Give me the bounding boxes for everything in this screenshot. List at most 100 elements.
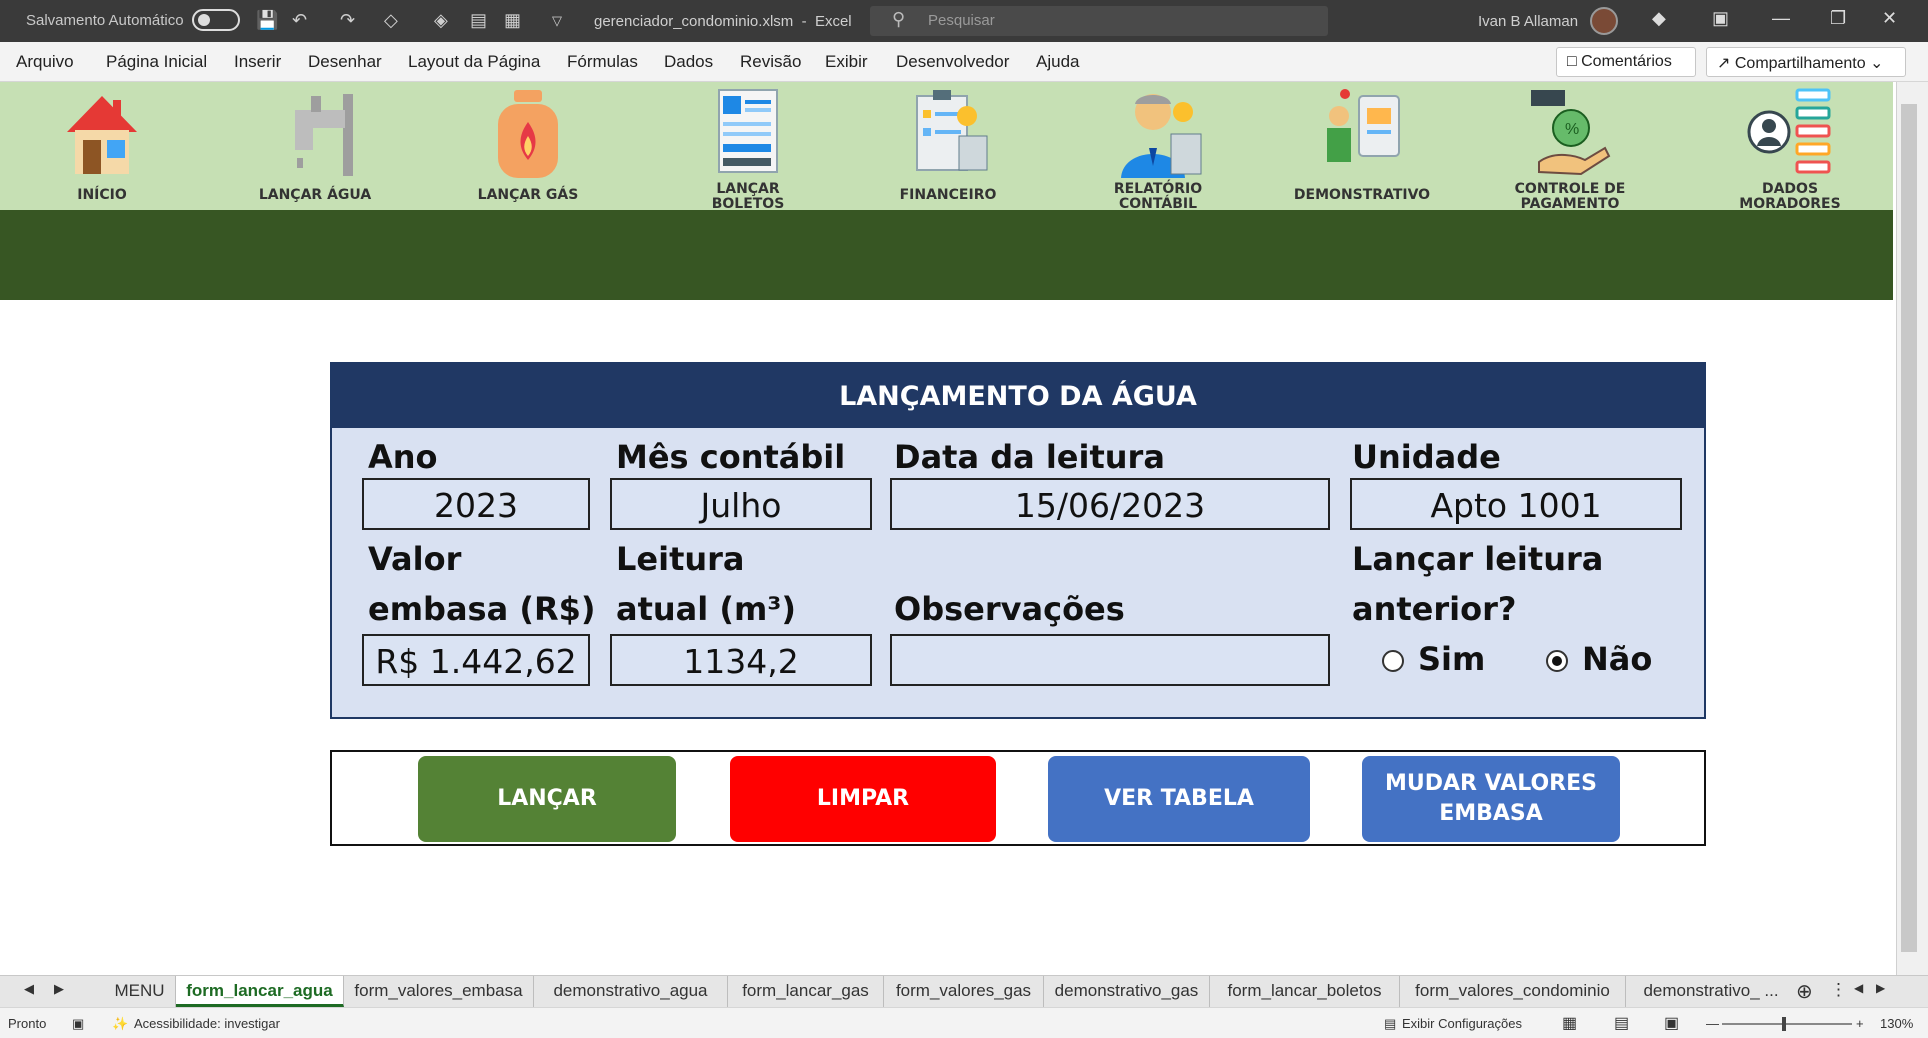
hscroll-right-icon[interactable]: ▶: [1876, 981, 1885, 995]
search-box[interactable]: ⚲ Pesquisar: [870, 6, 1328, 36]
header-band: [0, 210, 1893, 300]
zoom-in-icon[interactable]: +: [1856, 1016, 1864, 1031]
limpar-button[interactable]: LIMPAR: [730, 756, 996, 842]
menu-layout[interactable]: Layout da Página: [408, 52, 540, 72]
tab-next-icon[interactable]: ▶: [54, 981, 64, 997]
normal-view-icon[interactable]: ▦: [1562, 1013, 1577, 1033]
tab-form-valores-gas[interactable]: form_valores_gas: [884, 976, 1044, 1007]
menu-ajuda[interactable]: Ajuda: [1036, 52, 1079, 72]
tab-form-valores-embasa[interactable]: form_valores_embasa: [344, 976, 534, 1007]
ver-tabela-button[interactable]: VER TABELA: [1048, 756, 1310, 842]
menu-revisao[interactable]: Revisão: [740, 52, 801, 72]
mudar-valores-line2: EMBASA: [1439, 801, 1543, 826]
title-bar: Salvamento Automático 💾 ↶ ↷ ◇ ◈ ▤ ▦ ▽ ge…: [0, 0, 1928, 42]
diamond-icon[interactable]: ◆: [1652, 8, 1666, 29]
worksheet: INÍCIO LANÇAR ÁGUA LANÇAR GÁS LANÇAR BOL…: [0, 82, 1896, 975]
tab-demonstrativo-agua[interactable]: demonstrativo_agua: [534, 976, 728, 1007]
data-leitura-field[interactable]: 15/06/2023: [890, 478, 1330, 530]
nav-lancar-gas[interactable]: LANÇAR GÁS: [466, 82, 590, 210]
hscroll-left-icon[interactable]: ◀: [1854, 981, 1863, 995]
share-button[interactable]: ↗ Compartilhamento ⌄: [1706, 47, 1906, 77]
macro-record-icon[interactable]: ▣: [72, 1016, 84, 1032]
nav-demonstrativo[interactable]: DEMONSTRATIVO: [1292, 82, 1432, 210]
share-label: Compartilhamento: [1734, 55, 1866, 72]
page-break-icon[interactable]: ▣: [1664, 1013, 1679, 1033]
customize-toolbar-icon[interactable]: ▽: [552, 13, 562, 29]
nav-inicio[interactable]: INÍCIO: [40, 82, 164, 210]
nav-financeiro[interactable]: FINANCEIRO: [886, 82, 1010, 210]
menu-formulas[interactable]: Fórmulas: [567, 52, 638, 72]
menu-desenvolvedor[interactable]: Desenvolvedor: [896, 52, 1009, 72]
undo-icon[interactable]: ↶: [292, 10, 307, 31]
menu-desenhar[interactable]: Desenhar: [308, 52, 382, 72]
menu-arquivo[interactable]: Arquivo: [16, 52, 74, 72]
nav-lancar-agua[interactable]: LANÇAR ÁGUA: [250, 82, 380, 210]
shapes-icon[interactable]: ◈: [434, 10, 448, 31]
page-layout-icon[interactable]: ▤: [1614, 1013, 1629, 1033]
tab-form-lancar-gas[interactable]: form_lancar_gas: [728, 976, 884, 1007]
leitura-atual-field[interactable]: 1134,2: [610, 634, 872, 686]
ano-label: Ano: [368, 438, 438, 476]
tab-form-lancar-agua[interactable]: form_lancar_agua: [176, 976, 344, 1007]
radio-sim[interactable]: [1382, 650, 1404, 672]
format-painter-icon[interactable]: ◇: [384, 10, 398, 31]
save-icon[interactable]: 💾: [256, 10, 278, 31]
avatar[interactable]: [1590, 7, 1618, 35]
valor-embasa-field[interactable]: R$ 1.442,62: [362, 634, 590, 686]
observacoes-field[interactable]: [890, 634, 1330, 686]
minimize-icon[interactable]: —: [1772, 8, 1790, 29]
lancar-button[interactable]: LANÇAR: [418, 756, 676, 842]
tab-demonstrativo-gas[interactable]: demonstrativo_gas: [1044, 976, 1210, 1007]
mudar-valores-line1: MUDAR VALORES: [1385, 771, 1597, 796]
ano-field[interactable]: 2023: [362, 478, 590, 530]
mudar-valores-button[interactable]: MUDAR VALORES EMBASA: [1362, 756, 1620, 842]
radio-sim-label: Sim: [1418, 640, 1486, 678]
zoom-out-icon[interactable]: —: [1706, 1016, 1719, 1031]
zoom-slider-thumb[interactable]: [1782, 1017, 1786, 1031]
tab-form-valores-condominio[interactable]: form_valores_condominio: [1400, 976, 1626, 1007]
nav-controle-pagamento[interactable]: % CONTROLE DE PAGAMENTO: [1500, 82, 1640, 212]
nav-relatorio-line1: RELATÓRIO: [1113, 181, 1203, 197]
restore-icon[interactable]: ❐: [1830, 8, 1846, 29]
tab-menu[interactable]: MENU: [104, 976, 176, 1007]
accessibility-status[interactable]: Acessibilidade: investigar: [134, 1016, 280, 1031]
menu-pagina-inicial[interactable]: Página Inicial: [106, 52, 207, 72]
display-settings[interactable]: Exibir Configurações: [1402, 1016, 1522, 1031]
autosave-toggle[interactable]: [192, 9, 240, 31]
more-options-icon[interactable]: ⋮: [1830, 980, 1847, 1000]
nav-lancar-boletos[interactable]: LANÇAR BOLETOS: [686, 82, 810, 212]
payment-hand-icon: %: [1531, 90, 1611, 176]
nav-relatorio-contabil[interactable]: RELATÓRIO CONTÁBIL: [1096, 82, 1220, 212]
zoom-level[interactable]: 130%: [1880, 1016, 1913, 1031]
vertical-scrollbar[interactable]: [1896, 82, 1928, 975]
ribbon-menu: Arquivo Página Inicial Inserir Desenhar …: [0, 42, 1928, 82]
menu-inserir[interactable]: Inserir: [234, 52, 281, 72]
menu-exibir[interactable]: Exibir: [825, 52, 868, 72]
window-title: gerenciador_condominio.xlsm - Excel: [594, 13, 852, 30]
close-icon[interactable]: ✕: [1882, 8, 1897, 29]
ribbon-display-icon[interactable]: ▣: [1712, 8, 1729, 29]
mes-field[interactable]: Julho: [610, 478, 872, 530]
redo-icon[interactable]: ↷: [340, 10, 355, 31]
radio-nao[interactable]: [1546, 650, 1568, 672]
menu-dados[interactable]: Dados: [664, 52, 713, 72]
nav-lancar-agua-label: LANÇAR ÁGUA: [258, 187, 372, 203]
leitura-label-line2: atual (m³): [616, 590, 796, 628]
form-icon[interactable]: ▤: [470, 10, 487, 31]
tab-demonstrativo-more[interactable]: demonstrativo_ ...: [1626, 976, 1796, 1007]
nav-dados-label: DADOS MORADORES: [1720, 182, 1860, 212]
comments-button[interactable]: □ Comentários: [1556, 47, 1696, 77]
radio-nao-label: Não: [1582, 640, 1653, 678]
add-sheet-icon[interactable]: ⊕: [1796, 979, 1813, 1004]
zoom-slider[interactable]: [1722, 1017, 1852, 1031]
scrollbar-thumb[interactable]: [1901, 104, 1917, 952]
tab-form-lancar-boletos[interactable]: form_lancar_boletos: [1210, 976, 1400, 1007]
unidade-field[interactable]: Apto 1001: [1350, 478, 1682, 530]
user-name[interactable]: Ivan B Allaman: [1478, 13, 1578, 30]
chevron-down-icon: ⌄: [1870, 55, 1884, 72]
table-icon[interactable]: ▦: [504, 10, 521, 31]
nav-relatorio-label: RELATÓRIO CONTÁBIL: [1096, 182, 1220, 212]
nav-dados-moradores[interactable]: DADOS MORADORES: [1720, 82, 1860, 212]
tab-prev-icon[interactable]: ◀: [24, 981, 34, 997]
status-ready: Pronto: [8, 1016, 47, 1031]
